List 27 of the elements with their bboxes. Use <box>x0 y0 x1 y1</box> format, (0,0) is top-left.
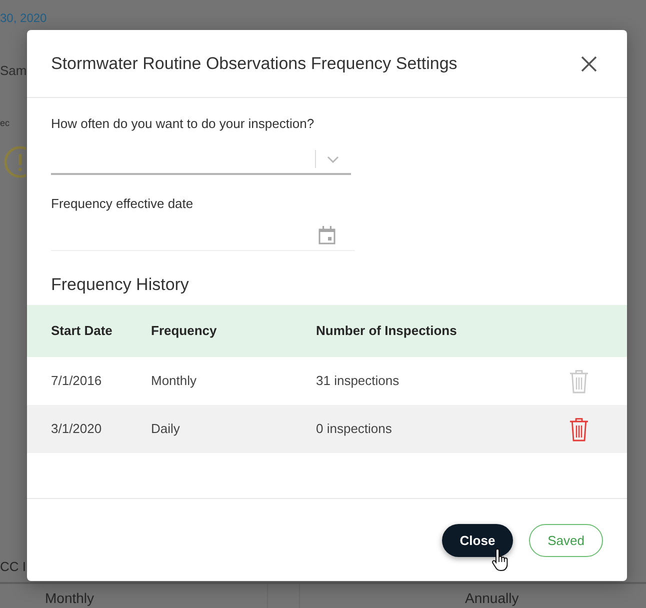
section-title: Frequency History <box>50 275 189 295</box>
field-label: How often do you want to do your inspection? <box>51 116 314 132</box>
table-cell: Monthly <box>151 373 197 389</box>
close-button[interactable]: Close <box>442 524 513 556</box>
trash-icon[interactable] <box>569 416 589 442</box>
heading-text: Sam <box>0 62 27 80</box>
date-text: 30, 2020 <box>0 11 47 26</box>
column-header: Start Date <box>51 323 112 339</box>
section-title: CC I <box>0 558 26 576</box>
calendar-icon <box>318 225 336 245</box>
table-cell: Annually <box>465 590 519 606</box>
table-cell: 0 inspections <box>316 421 392 437</box>
chevron-icon <box>327 156 339 162</box>
column-header: Number of Inspections <box>316 323 457 339</box>
table-cell: Daily <box>151 421 180 437</box>
label-text: ec <box>0 118 10 128</box>
close-icon <box>581 56 597 72</box>
table-cell: Monthly <box>45 590 94 606</box>
dialog-title: Stormwater Routine Observations Frequency Settings <box>51 54 458 74</box>
hand-cursor-icon <box>491 548 509 572</box>
table-cell: 7/1/2016 <box>51 373 102 389</box>
trash-icon[interactable] <box>569 368 589 394</box>
table-cell: 3/1/2020 <box>51 421 102 437</box>
table-cell: 31 inspections <box>316 373 400 389</box>
column-header: Frequency <box>151 323 217 339</box>
field-label: Frequency effective date <box>51 196 194 212</box>
warning-icon <box>4 146 26 178</box>
